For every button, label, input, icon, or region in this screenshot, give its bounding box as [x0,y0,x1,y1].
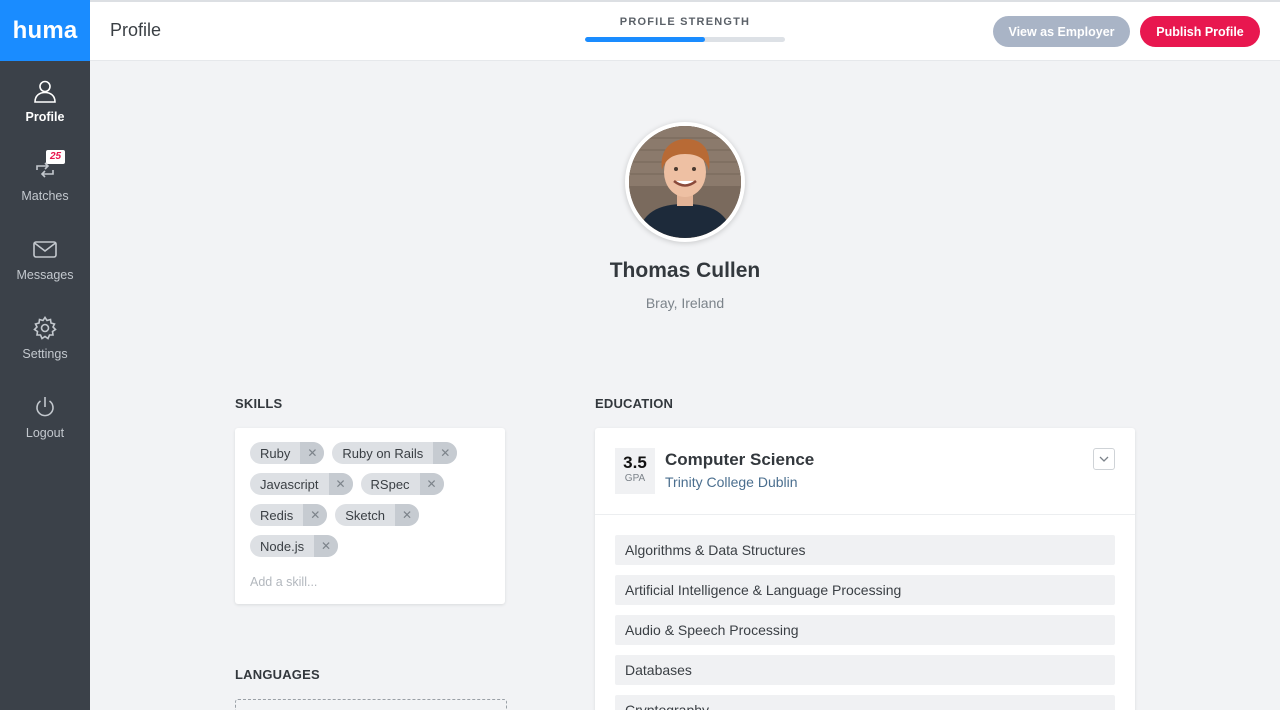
matches-badge: 25 [46,150,66,164]
skills-card: Ruby ✕ Ruby on Rails ✕ Javascript ✕ RSpec ✕ Redi… [235,428,505,604]
skill-tag-label: Sketch [345,507,385,523]
sidebar-item-profile[interactable]: Profile [0,61,90,140]
skill-tag[interactable]: Javascript ✕ [250,473,353,495]
gpa-value: 3.5 [623,453,647,472]
avatar[interactable] [625,122,745,242]
skill-tag-label: Node.js [260,538,305,554]
add-language-box[interactable] [235,699,507,710]
profile-name: Thomas Cullen [609,259,761,282]
profile-strength-label: PROFILE STRENGTH [619,16,751,28]
skill-tag-label: Ruby on Rails [342,445,424,461]
module-item: Artificial Intelligence & Language Proce… [615,575,1115,605]
remove-skill-icon[interactable]: ✕ [300,442,325,464]
skill-tag-label: RSpec [370,476,410,492]
publish-profile-button[interactable]: Publish Profile [1140,16,1260,47]
skill-tag[interactable]: Redis ✕ [250,504,328,526]
sidebar: huma Profile 25 Matches Messages Setting… [0,0,90,710]
education-card: 3.5 GPA Computer Science Trinity College… [595,428,1135,710]
skill-tag-label: Javascript [260,476,319,492]
skill-tag[interactable]: Sketch ✕ [335,504,419,526]
skills-title: SKILLS [235,396,283,411]
profile-strength-bar [585,37,785,42]
top-header: Profile PROFILE STRENGTH View as Employe… [90,0,1280,61]
gpa-label: GPA [624,473,646,484]
module-item: Cryptography [615,695,1115,710]
sidebar-item-messages[interactable]: Messages [0,219,90,298]
sidebar-item-settings[interactable]: Settings [0,298,90,377]
remove-skill-icon[interactable]: ✕ [395,504,419,526]
gpa-box: 3.5 GPA [615,448,655,494]
skill-tag[interactable]: Ruby on Rails ✕ [332,442,458,464]
education-degree: Computer Science [665,450,815,469]
power-icon [36,396,54,416]
skill-tag-label: Ruby [260,445,291,461]
education-title: EDUCATION [595,396,674,411]
profile-photo [629,126,741,238]
skill-tag-label: Redis [260,507,294,523]
main-content: Thomas Cullen Bray, Ireland SKILLS Ruby ✕… [90,61,1280,710]
sidebar-item-matches[interactable]: 25 Matches [0,140,90,219]
add-skill-input[interactable]: Add a skill... [250,575,490,589]
module-item: Algorithms & Data Structures [615,535,1115,565]
remove-skill-icon[interactable]: ✕ [419,473,444,495]
profile-location: Bray, Ireland [645,295,725,311]
skill-tag[interactable]: Node.js ✕ [250,535,339,557]
remove-skill-icon[interactable]: ✕ [328,473,353,495]
skills-list: Ruby ✕ Ruby on Rails ✕ Javascript ✕ RSpec ✕ Redi… [250,442,490,566]
sidebar-item-label: Logout [25,425,65,440]
education-header: 3.5 GPA Computer Science Trinity College… [595,428,1135,515]
user-icon [34,80,56,103]
module-item: Databases [615,655,1115,685]
envelope-icon [33,240,57,258]
education-school: Trinity College Dublin [665,474,798,490]
page-title: Profile [110,20,162,40]
education-expand-button[interactable] [1093,448,1115,470]
remove-skill-icon[interactable]: ✕ [314,535,339,557]
gear-icon [33,315,57,340]
module-item: Audio & Speech Processing [615,615,1115,645]
skill-tag[interactable]: RSpec ✕ [360,473,444,495]
sidebar-item-label: Profile [25,109,65,124]
view-as-employer-button[interactable]: View as Employer [993,16,1130,47]
sidebar-item-logout[interactable]: Logout [0,377,90,456]
modules-list: Algorithms & Data Structures Artificial I… [595,515,1135,710]
languages-title: LANGUAGES [235,667,320,682]
remove-skill-icon[interactable]: ✕ [433,442,458,464]
skill-tag[interactable]: Ruby ✕ [250,442,325,464]
sidebar-item-label: Matches [21,188,69,203]
chevron-down-icon [1099,456,1109,462]
profile-strength-fill [585,37,705,42]
sidebar-item-label: Messages [16,267,74,282]
remove-skill-icon[interactable]: ✕ [303,504,328,526]
profile-strength: PROFILE STRENGTH [585,16,785,42]
huma-logo[interactable]: huma [0,0,90,61]
sidebar-item-label: Settings [22,346,68,361]
